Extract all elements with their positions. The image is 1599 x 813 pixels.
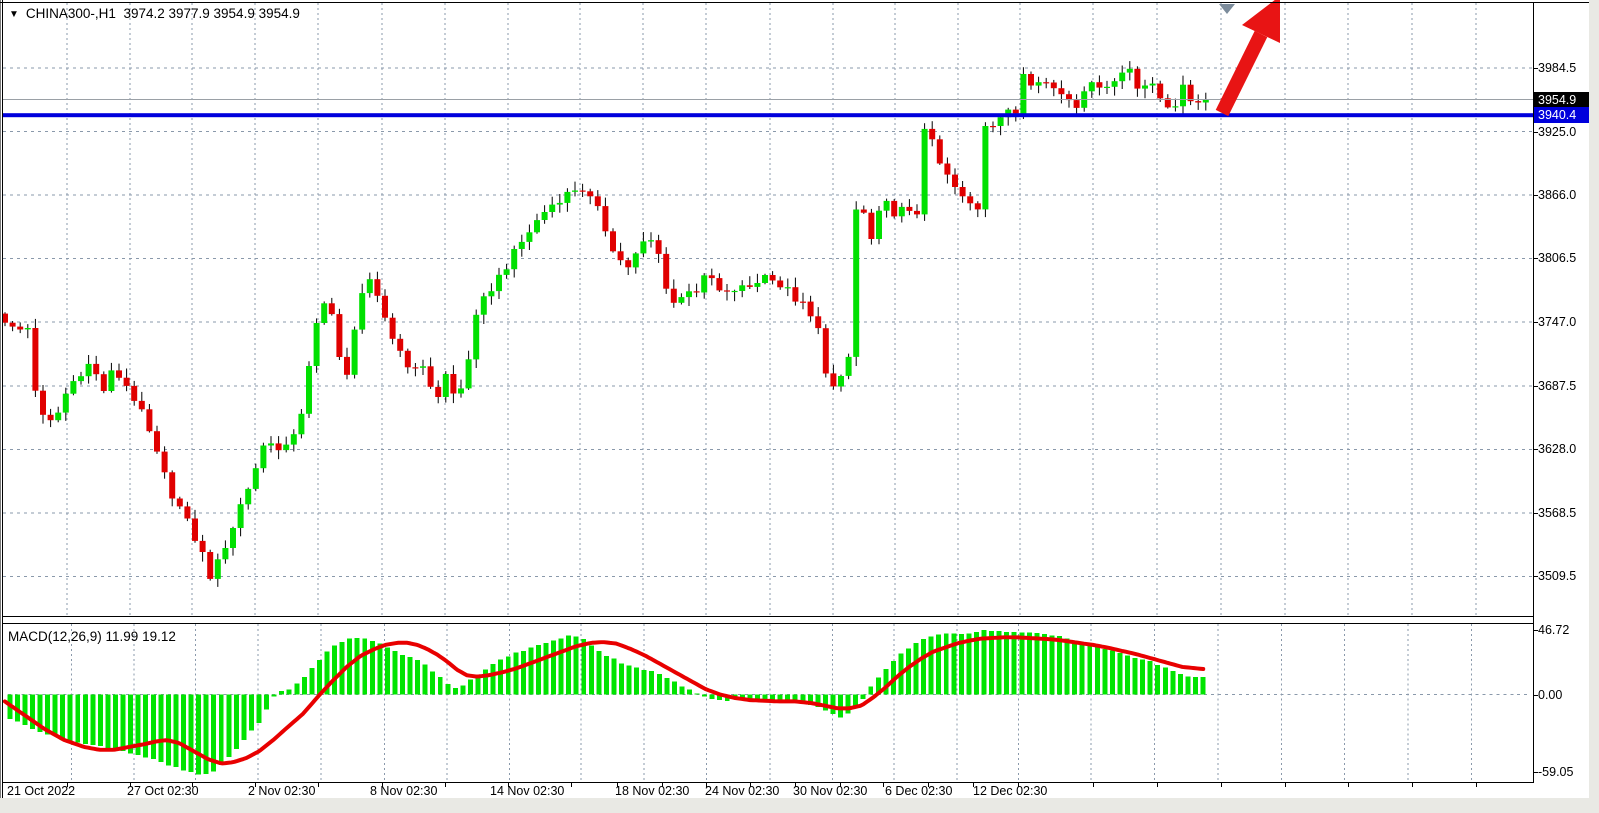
chart-window: ▼ CHINA300-,H1 3974.2 3977.9 3954.9 3954.…: [0, 0, 1599, 813]
time-axis-label: 27 Oct 02:30: [127, 784, 199, 798]
price-tick-label: 3866.0: [1538, 187, 1576, 203]
time-tick: [1285, 783, 1286, 787]
time-axis[interactable]: 21 Oct 2022 27 Oct 02:30 2 Nov 02:30 8 Nov …: [0, 783, 1589, 798]
price-tick-label: 3628.0: [1538, 441, 1576, 457]
time-tick: [1157, 783, 1158, 787]
time-axis-label: 30 Nov 02:30: [793, 784, 867, 798]
macd-indicator-chart[interactable]: [0, 624, 1533, 782]
window-border: [0, 0, 1, 798]
price-tick-label: 3984.5: [1538, 60, 1576, 76]
time-axis-label: 8 Nov 02:30: [370, 784, 437, 798]
time-axis-label: 12 Dec 02:30: [973, 784, 1047, 798]
window-edge-strip: [0, 798, 1589, 813]
symbol-label: CHINA300-,H1: [26, 6, 116, 21]
time-tick: [1221, 783, 1222, 787]
symbol-dropdown-icon[interactable]: ▼: [9, 9, 19, 20]
chart-title: ▼ CHINA300-,H1 3974.2 3977.9 3954.9 3954.…: [9, 6, 300, 21]
main-panel-border: [2, 616, 1533, 617]
time-axis-label: 21 Oct 2022: [7, 784, 75, 798]
price-tick-label: 3747.0: [1538, 314, 1576, 330]
candlestick-chart[interactable]: [0, 0, 1533, 617]
candlesticks: [2, 61, 1209, 587]
time-tick: [1093, 783, 1094, 787]
time-axis-label: 6 Dec 02:30: [885, 784, 952, 798]
time-axis-label: 2 Nov 02:30: [248, 784, 315, 798]
level-price-box: 3940.4: [1534, 107, 1589, 123]
price-tick-label: 3687.5: [1538, 378, 1576, 394]
time-tick: [571, 783, 572, 787]
window-edge-strip: [1589, 0, 1599, 813]
bid-price-box: 3954.9: [1534, 92, 1589, 108]
time-axis-label: 24 Nov 02:30: [705, 784, 779, 798]
price-tick-label: 3509.5: [1538, 568, 1576, 584]
price-tick-label: 3925.0: [1538, 124, 1576, 140]
macd-tick-label: 46.72: [1538, 622, 1569, 638]
macd-histogram: [7, 630, 1205, 775]
price-tick-label: 3806.5: [1538, 250, 1576, 266]
price-axis-line: [1533, 2, 1534, 783]
window-border: [2, 0, 3, 798]
ohlc-values: 3974.2 3977.9 3954.9 3954.9: [123, 6, 299, 21]
time-tick: [1412, 783, 1413, 787]
macd-panel-border: [2, 782, 1533, 783]
chart-border-top: [0, 2, 1589, 3]
price-tick-label: 3568.5: [1538, 505, 1576, 521]
price-axis[interactable]: 3984.5 3925.0 3866.0 3806.5 3747.0 3687.5 3628…: [1534, 2, 1589, 783]
time-tick: [1348, 783, 1349, 787]
time-tick: [318, 783, 319, 787]
time-tick: [883, 783, 884, 787]
horizontal-level-line[interactable]: [3, 113, 1533, 117]
time-tick: [445, 783, 446, 787]
macd-indicator-label: MACD(12,26,9) 11.99 19.12: [8, 629, 176, 644]
trend-arrow[interactable]: [1222, 0, 1280, 113]
macd-tick-label: -59.05: [1538, 764, 1573, 780]
grid: [3, 3, 1533, 616]
time-tick: [1476, 783, 1477, 787]
macd-tick-label: 0.00: [1538, 687, 1562, 703]
macd-panel-border[interactable]: [2, 623, 1533, 624]
time-axis-label: 18 Nov 02:30: [615, 784, 689, 798]
time-axis-label: 14 Nov 02:30: [490, 784, 564, 798]
